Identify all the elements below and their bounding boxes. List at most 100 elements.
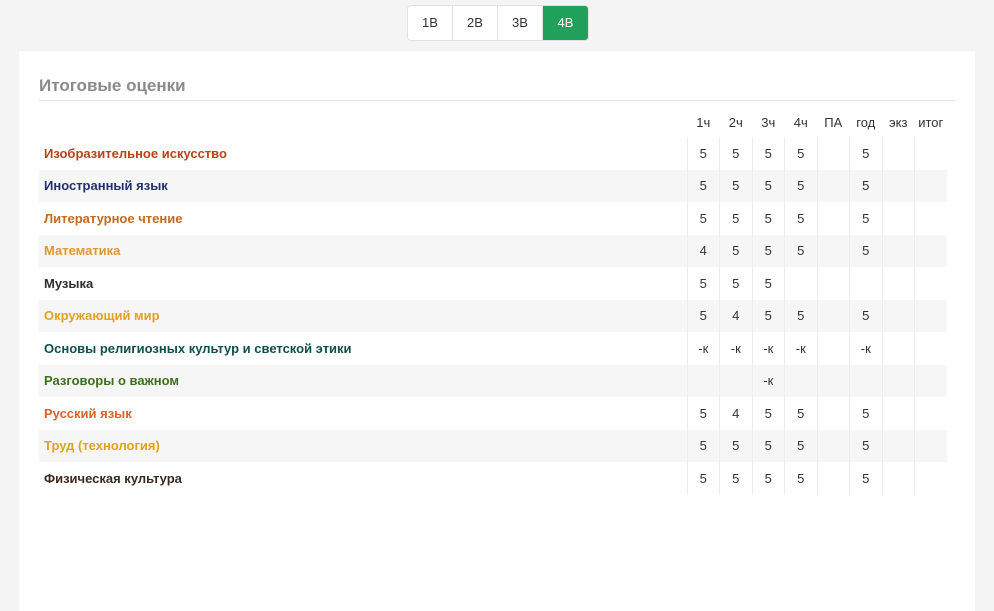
grade-cell [914,137,947,170]
grade-cell: 5 [784,397,817,430]
grade-cell: 5 [751,267,785,300]
subject-name: Изобразительное искусство [44,145,227,161]
grade-cell [881,202,915,235]
grade-cell: 5 [686,397,720,430]
grade-cell: 5 [849,397,882,430]
grade-cell [686,364,720,397]
grade-cell: -к [849,332,882,365]
tab-1v[interactable]: 1В [408,6,453,40]
grade-cell [881,234,915,267]
grade-cell: 5 [784,137,817,170]
column-header: 4ч [793,114,808,130]
grade-cell [914,364,947,397]
grade-cell: 5 [719,137,752,170]
grade-cell: 5 [686,137,720,170]
column-header: год [856,114,876,130]
grade-cell [914,202,947,235]
subject-name: Музыка [44,275,94,291]
grade-cell: 5 [751,169,785,202]
subject-name: Основы религиозных культур и светской эт… [44,340,352,356]
tab-4v[interactable]: 4В [543,6,588,40]
subject-name: Математика [39,234,687,267]
grade-cell: 5 [784,462,817,495]
grade-cell: 4 [686,234,720,267]
grade-cell: 5 [686,169,720,202]
grade-cell: 5 [849,429,882,462]
subject-name: Труд (технология) [39,429,687,462]
subject-name: Окружающий мир [39,299,687,332]
grade-cell: 5 [849,137,882,170]
grade-cell: 5 [686,462,720,495]
grade-row: Окружающий мир 5 4 5 5 5 [39,299,947,332]
grade-cell [816,202,850,235]
grade-cell: 5 [719,234,752,267]
subject-name: Литературное чтение [44,210,183,226]
grade-cell [914,234,947,267]
column-header: 2ч [728,114,743,130]
grade-cell [881,462,915,495]
grade-cell: -к [751,364,785,397]
grade-row: Иностранный язык 5 5 5 5 5 [39,169,947,202]
subject-name: Разговоры о важном [39,364,687,397]
grade-cell [881,169,915,202]
grade-cell [914,429,947,462]
grade-cell [914,332,947,365]
grade-cell [816,397,850,430]
grade-cell: 5 [784,202,817,235]
grade-cell: 5 [751,462,785,495]
grade-cell [881,364,915,397]
grade-cell: 5 [686,202,720,235]
grade-cell [881,429,915,462]
grade-cell [914,462,947,495]
grade-row: Русский язык 5 4 5 5 5 [39,397,947,430]
subject-column-header [39,107,687,137]
tab-2v[interactable]: 2В [453,6,498,40]
grade-cell: -к [686,332,720,365]
grade-cell [816,332,850,365]
grade-cell [816,169,850,202]
grade-cell: 5 [849,169,882,202]
grade-cell: 5 [686,267,720,300]
grade-cell: -к [784,332,817,365]
grade-cell: 5 [784,429,817,462]
grade-cell: 5 [849,202,882,235]
grade-cell [784,364,817,397]
grade-cell [816,462,850,495]
grade-cell: 5 [784,234,817,267]
grade-cell [914,397,947,430]
subject-name: Иностранный язык [39,169,687,202]
grade-row: Физическая культура 5 5 5 5 5 [39,462,947,495]
grade-cell: 5 [751,429,785,462]
grade-row: Труд (технология) 5 5 5 5 5 [39,429,947,462]
subject-name: Физическая культура [44,470,182,486]
grade-cell [881,397,915,430]
class-tabs: 1В 2В 3В 4В [407,5,589,41]
grade-cell: 5 [751,202,785,235]
title-divider [39,100,955,101]
grade-cell [816,234,850,267]
grade-cell: 5 [719,462,752,495]
grade-cell [784,267,817,300]
grade-cell [849,267,882,300]
grade-cell: 5 [849,234,882,267]
grades-table: 1ч 2ч 3ч 4ч ПА год экз итог Изобразитель… [39,107,947,495]
grade-row: Математика 4 5 5 5 5 [39,234,947,267]
grade-cell [881,299,915,332]
grade-cell: 5 [719,429,752,462]
grade-cell: 5 [686,429,720,462]
grade-cell: -к [719,332,752,365]
grade-cell: 5 [686,299,720,332]
tab-3v[interactable]: 3В [498,6,543,40]
subject-name: Русский язык [44,405,132,421]
grade-row: Разговоры о важном -к [39,364,947,397]
grade-cell: 5 [751,397,785,430]
column-header: 3ч [761,114,776,130]
grade-cell [914,267,947,300]
grade-cell [881,267,915,300]
grades-header-row: 1ч 2ч 3ч 4ч ПА год экз итог [39,107,947,137]
grade-cell [849,364,882,397]
grade-cell: 5 [784,169,817,202]
grade-cell [816,429,850,462]
grade-cell: 5 [751,137,785,170]
grade-cell [816,137,850,170]
